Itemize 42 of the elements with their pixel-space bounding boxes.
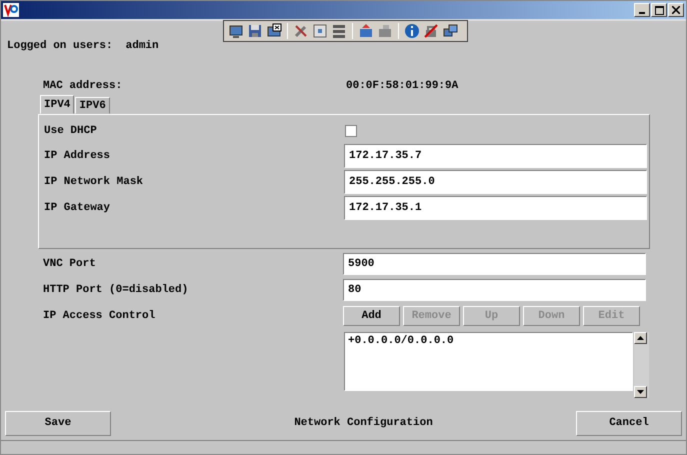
input-field[interactable]: 172.17.35.1: [344, 196, 647, 220]
input-field[interactable]: 5900: [343, 253, 646, 275]
close-window-icon[interactable]: [266, 23, 282, 39]
lock-crossed-icon[interactable]: [423, 23, 439, 39]
field-label: Use DHCP: [43, 125, 98, 137]
folder-upload-icon[interactable]: [358, 23, 374, 39]
input-field[interactable]: 255.255.255.0: [344, 170, 647, 194]
logo-icon: [3, 3, 19, 17]
scroll-down-icon[interactable]: [637, 390, 644, 394]
session-user: admin: [126, 40, 159, 52]
session-label: Logged on users:: [7, 40, 113, 52]
input-field[interactable]: 80: [343, 279, 646, 301]
fullscreen-icon[interactable]: [312, 23, 328, 39]
close-button[interactable]: [668, 3, 684, 17]
save-button[interactable]: Save: [5, 410, 111, 436]
save-icon[interactable]: [247, 23, 263, 39]
windows-icon[interactable]: [442, 23, 458, 39]
list-entry[interactable]: +0.0.0.0/0.0.0.0: [348, 335, 629, 347]
info-icon[interactable]: [404, 23, 420, 39]
field-label: IP Network Mask: [43, 176, 144, 188]
access-list[interactable]: +0.0.0.0/0.0.0.0: [344, 332, 633, 391]
dhcp-checkbox[interactable]: [345, 125, 357, 137]
mac-label: MAC address:: [43, 80, 124, 92]
maximize-button[interactable]: [651, 3, 667, 17]
input-field[interactable]: 172.17.35.7: [344, 144, 647, 168]
minimize-button[interactable]: [634, 3, 650, 17]
list-action-button[interactable]: Add: [343, 306, 400, 326]
maximize-icon: [654, 6, 664, 14]
close-icon: [672, 6, 680, 14]
scroll-up-icon[interactable]: [637, 336, 644, 340]
tab[interactable]: IPV4: [40, 95, 74, 114]
page-title: Network Configuration: [294, 417, 433, 429]
field-label: IP Access Control: [42, 310, 156, 322]
tab[interactable]: IPV6: [75, 97, 110, 114]
scrollbar[interactable]: [634, 332, 649, 398]
field-label: IP Gateway: [43, 202, 112, 214]
monitor-icon[interactable]: [228, 23, 244, 39]
field-label: HTTP Port (0=disabled): [42, 284, 190, 296]
cancel-button[interactable]: Cancel: [576, 410, 682, 436]
field-label: IP Address: [43, 150, 112, 162]
mac-value: 00:0F:58:01:99:9A: [346, 80, 458, 92]
field-label: VNC Port: [42, 258, 97, 270]
